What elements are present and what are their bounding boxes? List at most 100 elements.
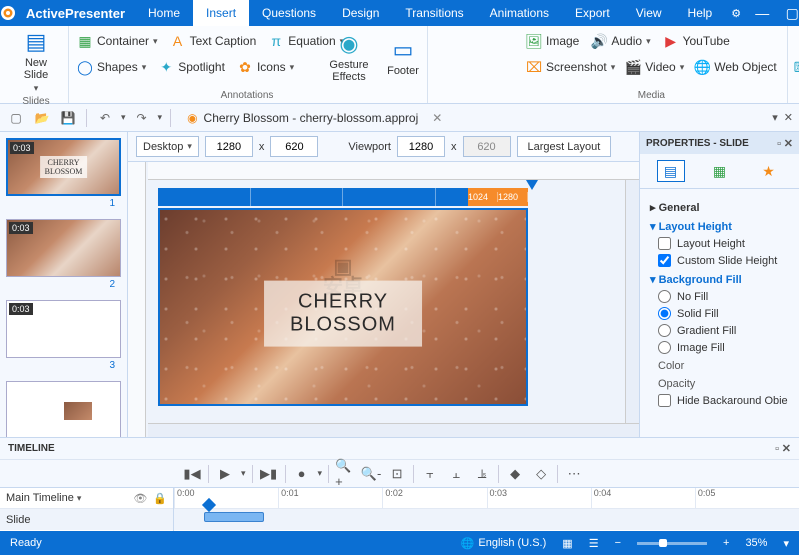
- tl-play-button[interactable]: ▶: [215, 464, 235, 484]
- zoom-out-button[interactable]: −: [615, 537, 621, 549]
- audio-button[interactable]: 🔊Audio▾: [591, 30, 650, 52]
- slide-thumb-4[interactable]: 4: [6, 381, 121, 437]
- tl-main-label[interactable]: Main Timeline: [6, 492, 74, 504]
- status-ready: Ready: [10, 537, 42, 549]
- props-tab-slide[interactable]: ▤: [657, 160, 685, 182]
- status-lang[interactable]: 🌐 English (U.S.): [461, 537, 547, 550]
- section-general[interactable]: ▸ General: [650, 201, 789, 214]
- icons-button[interactable]: ✿Icons▾: [237, 56, 294, 78]
- section-background-fill[interactable]: ▾ Background Fill: [650, 273, 789, 286]
- solidfill-radio[interactable]: Solid Fill: [658, 307, 789, 320]
- menu-questions[interactable]: Questions: [249, 0, 329, 26]
- panel-close-icon[interactable]: ✕: [784, 111, 793, 124]
- menu-view[interactable]: View: [623, 0, 675, 26]
- largest-layout-button[interactable]: Largest Layout: [517, 136, 612, 157]
- status-view-grid[interactable]: ▦: [562, 537, 572, 550]
- save-icon[interactable]: 💾: [58, 108, 78, 128]
- container-icon: ▦: [77, 33, 93, 49]
- timeline-close-icon[interactable]: ✕: [782, 443, 791, 455]
- zoom-in-button[interactable]: +: [723, 537, 729, 549]
- spotlight-icon: ✦: [158, 59, 174, 75]
- gesture-effects-button[interactable]: ◉Gesture Effects: [327, 32, 371, 83]
- opacity-label: Opacity: [658, 378, 789, 390]
- doc-close-button[interactable]: ✕: [432, 111, 442, 125]
- youtube-button[interactable]: ▶YouTube: [663, 30, 730, 52]
- timeline-pin-icon[interactable]: ▫: [775, 443, 779, 455]
- slide-canvas[interactable]: ▣安卓 CHERRY BLOSSOM: [158, 208, 528, 406]
- tl-cut-button[interactable]: ⫠: [446, 464, 466, 484]
- new-slide-button[interactable]: ▤ New Slide ▾: [14, 30, 58, 94]
- tl-more-button[interactable]: ⋯: [564, 464, 584, 484]
- minimize-button[interactable]: ―: [747, 5, 777, 21]
- custom-slide-height-check[interactable]: Custom Slide Height: [658, 254, 789, 267]
- slide-thumb-2[interactable]: 0:03 2: [6, 219, 121, 290]
- tl-lock-icon[interactable]: 🔒: [153, 492, 167, 505]
- tl-zoomout-button[interactable]: 🔍-: [361, 464, 381, 484]
- status-view-list[interactable]: ☰: [589, 537, 599, 550]
- canvas-scrollbar-v[interactable]: [625, 180, 639, 423]
- redo-dropdown[interactable]: ▾: [158, 112, 163, 123]
- props-pin-icon[interactable]: ▫: [777, 138, 781, 150]
- tl-zoomfit-button[interactable]: ⊡: [387, 464, 407, 484]
- tl-eye-icon[interactable]: 👁: [133, 492, 147, 505]
- height-input[interactable]: [270, 136, 318, 157]
- nofill-radio[interactable]: No Fill: [658, 290, 789, 303]
- hidebg-check[interactable]: Hide Backaround Obie: [658, 394, 789, 407]
- gradientfill-radio[interactable]: Gradient Fill: [658, 324, 789, 337]
- imagefill-radio[interactable]: Image Fill: [658, 341, 789, 354]
- screenshot-button[interactable]: ⌧Screenshot▾: [526, 56, 615, 78]
- tl-split-button[interactable]: ⫟: [420, 464, 440, 484]
- tl-clip[interactable]: [204, 512, 264, 522]
- menu-design[interactable]: Design: [329, 0, 392, 26]
- tl-prev-button[interactable]: ▮◀: [182, 464, 202, 484]
- ruler-marker[interactable]: [526, 180, 538, 190]
- properties-title: PROPERTIES - SLIDE: [646, 138, 749, 149]
- props-close-icon[interactable]: ✕: [784, 138, 793, 150]
- gear-icon[interactable]: ⚙: [725, 7, 747, 20]
- width-input[interactable]: [205, 136, 253, 157]
- zoom-slider[interactable]: [637, 542, 707, 545]
- props-tab-media[interactable]: ▦: [706, 160, 734, 182]
- menu-transitions[interactable]: Transitions: [392, 0, 476, 26]
- menu-insert[interactable]: Insert: [193, 0, 249, 26]
- tl-play-dropdown[interactable]: ▾: [241, 468, 246, 479]
- menu-animations[interactable]: Animations: [477, 0, 562, 26]
- zoom-dropdown[interactable]: ▾: [783, 537, 789, 550]
- spotlight-button[interactable]: ✦Spotlight: [158, 56, 225, 78]
- device-select[interactable]: Desktop▾: [136, 136, 199, 157]
- section-layout-height[interactable]: ▾ Layout Height: [650, 220, 789, 233]
- tl-marker1-button[interactable]: ◆: [505, 464, 525, 484]
- globe-icon: 🌐: [694, 59, 710, 75]
- webobject-button[interactable]: 🌐Web Object: [694, 56, 776, 78]
- tl-record-button[interactable]: ●: [292, 464, 312, 484]
- menu-help[interactable]: Help: [675, 0, 726, 26]
- slide-title-box[interactable]: CHERRY BLOSSOM: [264, 281, 422, 347]
- menu-export[interactable]: Export: [562, 0, 623, 26]
- canvas-scrollbar-h[interactable]: [148, 423, 639, 437]
- footer-button[interactable]: ▭Footer: [381, 32, 425, 83]
- undo-dropdown[interactable]: ▾: [121, 112, 126, 123]
- video-button[interactable]: 🎬Video▾: [625, 56, 684, 78]
- container-button[interactable]: ▦Container▾: [77, 30, 158, 52]
- viewport-w-input[interactable]: [397, 136, 445, 157]
- tl-trim-button[interactable]: ⫡: [472, 464, 492, 484]
- tl-next-button[interactable]: ▶▮: [259, 464, 279, 484]
- redo-button[interactable]: ↷: [132, 108, 152, 128]
- textcaption-button[interactable]: AText Caption: [170, 30, 257, 52]
- tl-marker2-button[interactable]: ◇: [531, 464, 551, 484]
- props-tab-star[interactable]: ★: [755, 160, 783, 182]
- slide-thumb-1[interactable]: 0:03CHERRY BLOSSOM 1: [6, 138, 121, 209]
- image-button[interactable]: 🖼Image: [526, 30, 579, 52]
- menu-home[interactable]: Home: [135, 0, 193, 26]
- shapes-button[interactable]: ◯Shapes▾: [77, 56, 146, 78]
- maximize-button[interactable]: ▢: [777, 5, 799, 22]
- layout-height-check[interactable]: Layout Height: [658, 237, 789, 250]
- panel-pin-icon[interactable]: ▾: [772, 111, 778, 124]
- open-icon[interactable]: 📂: [32, 108, 52, 128]
- tl-record-dropdown[interactable]: ▾: [318, 468, 323, 479]
- tl-slide-row[interactable]: Slide: [0, 509, 173, 530]
- new-doc-icon[interactable]: ▢: [6, 108, 26, 128]
- tl-zoomin-button[interactable]: 🔍+: [335, 464, 355, 484]
- undo-button[interactable]: ↶: [95, 108, 115, 128]
- slide-thumb-3[interactable]: 0:03 3: [6, 300, 121, 371]
